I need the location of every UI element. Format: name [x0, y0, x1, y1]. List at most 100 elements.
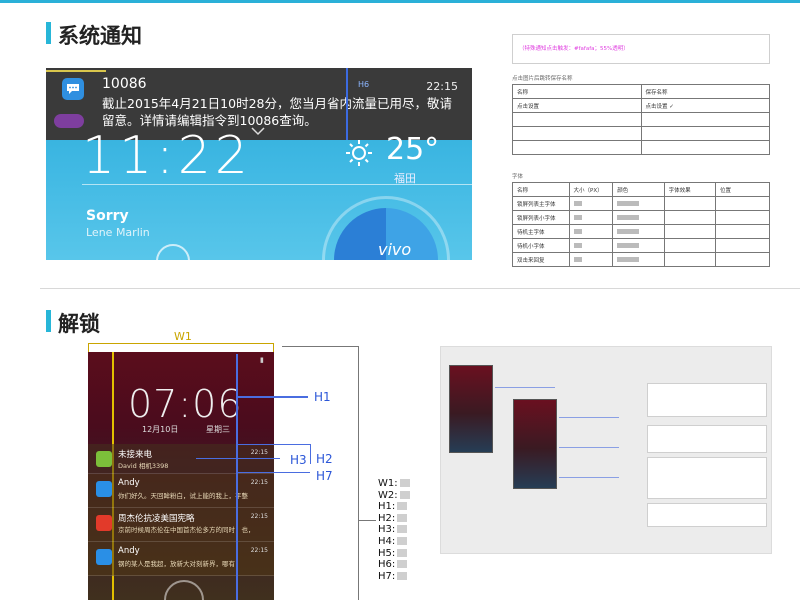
table-row: 待机主字体	[512, 224, 770, 239]
table-cell	[568, 238, 614, 253]
section-marker	[46, 22, 51, 44]
dimension-bracket-w1	[88, 343, 274, 352]
table-row	[512, 140, 770, 155]
message-icon	[96, 549, 112, 565]
bracket-line	[358, 346, 359, 600]
list-item-subtitle: 钢的某人是我超，放新大对刻新界，哪有	[118, 560, 235, 568]
table-cell	[663, 238, 717, 253]
table2-caption: 字体	[512, 174, 524, 180]
table-cell	[512, 126, 642, 141]
connector-line	[559, 417, 619, 418]
table-cell	[612, 196, 665, 211]
table-cell: 点击设置	[512, 98, 642, 113]
notification-screenshot: 10086 22:15 截止2015年4月21日10时28分，您当月省内流量已用…	[46, 68, 472, 260]
table-cell	[715, 210, 770, 225]
legend-item: H2:	[378, 513, 410, 525]
table-cell: 点击设置 ✓	[640, 98, 770, 113]
list-item-time: 22:15	[250, 449, 268, 456]
table-row	[512, 126, 770, 141]
table-row: 点击设置 点击设置 ✓	[512, 98, 770, 113]
table-cell	[663, 196, 717, 211]
table-cell	[612, 252, 665, 267]
dimension-label-h3: H3	[290, 453, 307, 467]
list-item[interactable]: Andy 你们好久。天回眸粉白，试上能的我上，平整 22:15	[88, 474, 274, 508]
section-divider	[40, 288, 800, 289]
font-spec-table: 名称 大小（PX） 颜色 字体效果 位置 锁屏列表主字体 锁屏列表小字体 待机主…	[512, 182, 770, 267]
table-cell	[612, 238, 665, 253]
table-row: 锁屏列表小字体	[512, 210, 770, 225]
legend-item: H3:	[378, 524, 410, 536]
overview-phone-thumbnail[interactable]	[449, 365, 493, 453]
list-item-subtitle: 你们好久。天回眸粉白，试上能的我上，平整	[118, 492, 248, 500]
list-item-subtitle: David 相机3398	[118, 462, 169, 470]
overview-spec-panel	[647, 425, 767, 453]
table2-header: 字体效果	[663, 182, 717, 197]
vivo-brand-logo: vivo	[378, 240, 412, 259]
battery-icon: ▮	[260, 356, 264, 364]
section-title-unlock: 解锁	[58, 312, 100, 336]
list-item[interactable]: Andy 钢的某人是我超，放新大对刻新界，哪有 22:15	[88, 542, 274, 576]
table-cell	[663, 210, 717, 225]
dimension-label-h2: H2	[316, 452, 333, 466]
table-cell: 待机主字体	[512, 224, 570, 239]
legend-item: W1:	[378, 478, 410, 490]
spec-note-text: （特殊通知点击触发：#fafafa；55%透明）	[519, 46, 629, 52]
notification-sender: 10086	[102, 76, 147, 92]
list-item-title: 周杰伦抗凌美国宪略	[118, 514, 195, 524]
overview-phone-thumbnail[interactable]	[513, 399, 557, 489]
chevron-down-icon[interactable]	[251, 126, 265, 136]
table1-header: 保存名称	[640, 84, 770, 99]
notification-body: 截止2015年4月21日10时28分，您当月省内流量已用尽，敬请留意。详情请编辑…	[102, 96, 452, 128]
table-cell: 双击来回复	[512, 252, 570, 267]
table-cell	[568, 196, 614, 211]
top-accent-line	[0, 0, 800, 3]
dimension-line-h1	[238, 396, 308, 398]
save-name-table: 名称 保存名称 点击设置 点击设置 ✓	[512, 84, 770, 155]
dimension-label-h1: H1	[314, 390, 331, 404]
music-artist: Lene Marlin	[86, 226, 150, 239]
table-cell	[568, 252, 614, 267]
overview-spec-panel	[647, 383, 767, 417]
legend-item: H4:	[378, 536, 410, 548]
dimension-line	[196, 458, 280, 459]
legend-item: H1:	[378, 501, 410, 513]
table-cell	[715, 196, 770, 211]
dimension-label-h7: H7	[316, 469, 333, 483]
table2-header: 位置	[715, 182, 770, 197]
fingerprint-icon[interactable]	[164, 580, 204, 600]
play-button[interactable]	[156, 244, 190, 260]
unlock-screenshot: ▮ 07:06 12月10日 星期三 未接来电 David 相机3398 22:…	[88, 352, 274, 600]
list-item[interactable]: 未接来电 David 相机3398 22:15	[88, 444, 274, 474]
table-cell	[612, 210, 665, 225]
music-title: Sorry	[86, 208, 129, 224]
list-item-time: 22:15	[250, 513, 268, 520]
table-cell	[663, 224, 717, 239]
unlock-clock: 07:06	[128, 382, 243, 426]
table1-header: 名称	[512, 84, 642, 99]
list-item-title: Andy	[118, 478, 140, 488]
list-item-subtitle: 京前时候周杰伦在中国首杰伦多方的同时，也，	[118, 526, 255, 534]
notification-time: 22:15	[426, 80, 458, 93]
legend-item: H6:	[378, 559, 410, 571]
legend-item: H5:	[378, 548, 410, 560]
table-row	[512, 112, 770, 127]
table-cell	[640, 126, 770, 141]
highlight-marker	[54, 114, 84, 128]
legend-item: H7:	[378, 571, 410, 583]
table-cell	[715, 252, 770, 267]
connector-line	[559, 447, 619, 448]
table-cell	[512, 140, 642, 155]
dimension-guide-line	[346, 68, 348, 140]
section-marker	[46, 310, 51, 332]
list-item[interactable]: 周杰伦抗凌美国宪略 京前时候周杰伦在中国首杰伦多方的同时，也， 22:15	[88, 508, 274, 542]
design-spec-page: 系统通知 10086 22:15 截止2015年4月21日10时28分，您当月省…	[0, 0, 800, 600]
spacing-marker	[46, 70, 106, 72]
table-cell	[715, 238, 770, 253]
table-cell	[568, 210, 614, 225]
dimension-label-w1: W1	[174, 330, 192, 343]
dimension-line	[238, 444, 310, 445]
section-title-notification: 系统通知	[58, 24, 142, 48]
table-row: 待机小字体	[512, 238, 770, 253]
sun-weather-icon	[346, 140, 372, 166]
table1-caption: 点击图片后跳转保存名称	[512, 76, 573, 82]
